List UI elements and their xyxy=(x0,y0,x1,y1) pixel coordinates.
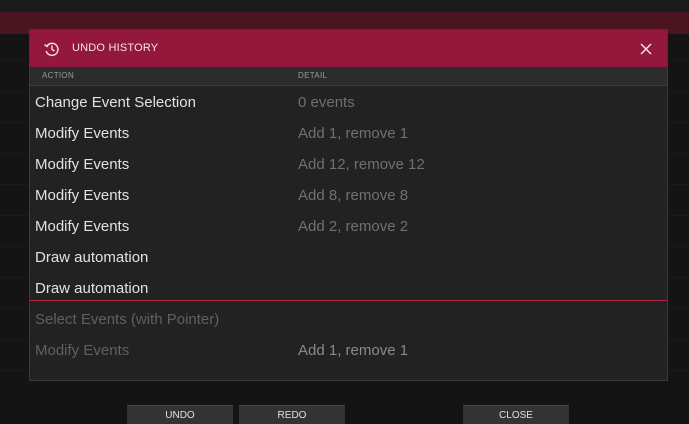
row-action: Modify Events xyxy=(35,187,130,204)
column-header-detail: DETAIL xyxy=(298,71,328,80)
row-action: Modify Events xyxy=(35,342,130,359)
row-detail: 0 events xyxy=(298,94,355,111)
history-list: Change Event Selection 0 events Modify E… xyxy=(30,88,667,367)
row-action: Select Events (with Pointer) xyxy=(35,311,220,328)
history-row[interactable]: Change Event Selection 0 events xyxy=(30,88,667,119)
row-detail: Add 12, remove 12 xyxy=(298,156,425,173)
table-header: ACTION DETAIL xyxy=(30,67,667,86)
history-row[interactable]: Modify Events Add 1, remove 1 xyxy=(30,119,667,150)
dialog-titlebar: UNDO HISTORY xyxy=(30,30,667,67)
row-action: Modify Events xyxy=(35,156,130,173)
current-position-divider xyxy=(30,300,667,301)
row-detail: Add 1, remove 1 xyxy=(298,342,409,359)
background-strip xyxy=(0,0,689,12)
row-action: Change Event Selection xyxy=(35,94,196,111)
undo-button[interactable]: UNDO xyxy=(127,405,233,424)
history-row[interactable]: Modify Events Add 2, remove 2 xyxy=(30,212,667,243)
column-header-action: ACTION xyxy=(42,71,75,80)
row-action: Draw automation xyxy=(35,249,149,266)
row-detail: Add 8, remove 8 xyxy=(298,187,409,204)
history-row[interactable]: Modify Events Add 8, remove 8 xyxy=(30,181,667,212)
close-button[interactable]: CLOSE xyxy=(463,405,569,424)
history-row[interactable]: Draw automation xyxy=(30,243,667,274)
row-action: Modify Events xyxy=(35,218,130,235)
dialog-title: UNDO HISTORY xyxy=(72,42,159,54)
undo-history-dialog: UNDO HISTORY ACTION DETAIL Change Event … xyxy=(29,29,668,381)
row-detail: Add 1, remove 1 xyxy=(298,125,409,142)
undo-history-icon xyxy=(44,42,59,57)
row-action: Draw automation xyxy=(35,280,149,297)
history-row-undone[interactable]: Modify Events Add 1, remove 1 xyxy=(30,336,667,367)
history-row-undone[interactable]: Select Events (with Pointer) xyxy=(30,305,667,336)
close-icon[interactable] xyxy=(633,36,659,62)
redo-button[interactable]: REDO xyxy=(239,405,345,424)
row-detail: Add 2, remove 2 xyxy=(298,218,409,235)
row-action: Modify Events xyxy=(35,125,130,142)
history-row[interactable]: Modify Events Add 12, remove 12 xyxy=(30,150,667,181)
